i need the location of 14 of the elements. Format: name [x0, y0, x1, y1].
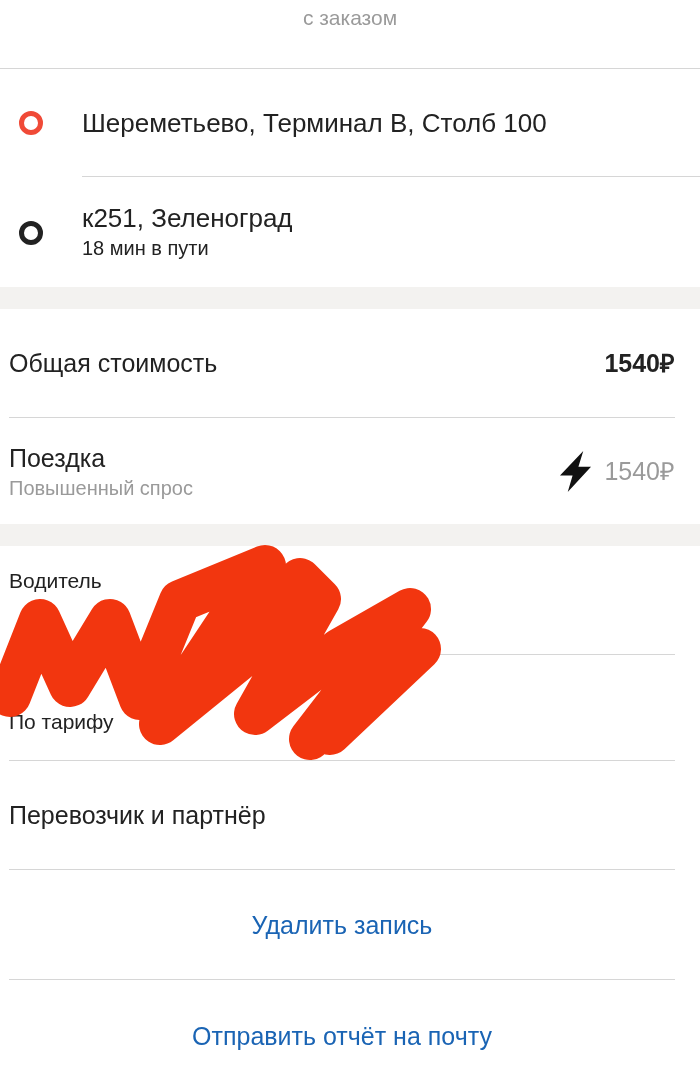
travel-time-text: 18 мин в пути — [82, 236, 210, 260]
surge-note: Повышенный спрос — [9, 475, 193, 500]
total-cost-label: Общая стоимость — [9, 348, 218, 378]
driver-label: Водитель — [9, 568, 102, 594]
carrier-item[interactable]: Перевозчик и партнёр — [9, 761, 675, 870]
address-text: Шереметьево, Терминал В, Столб 100 — [82, 106, 548, 139]
trip-label: Поездка — [9, 442, 107, 473]
action-button[interactable]: Удалить запись — [251, 909, 433, 940]
action-button[interactable]: Отправить отчёт на почту — [192, 1021, 492, 1051]
tariff-text: По тарифу — [9, 709, 114, 735]
trip-cost-value: 1540₽ — [604, 456, 675, 486]
total-cost-value: 1540₽ — [604, 348, 675, 378]
address-text: к251, Зеленоград — [82, 202, 294, 234]
order-subtitle: с заказом — [302, 5, 398, 31]
